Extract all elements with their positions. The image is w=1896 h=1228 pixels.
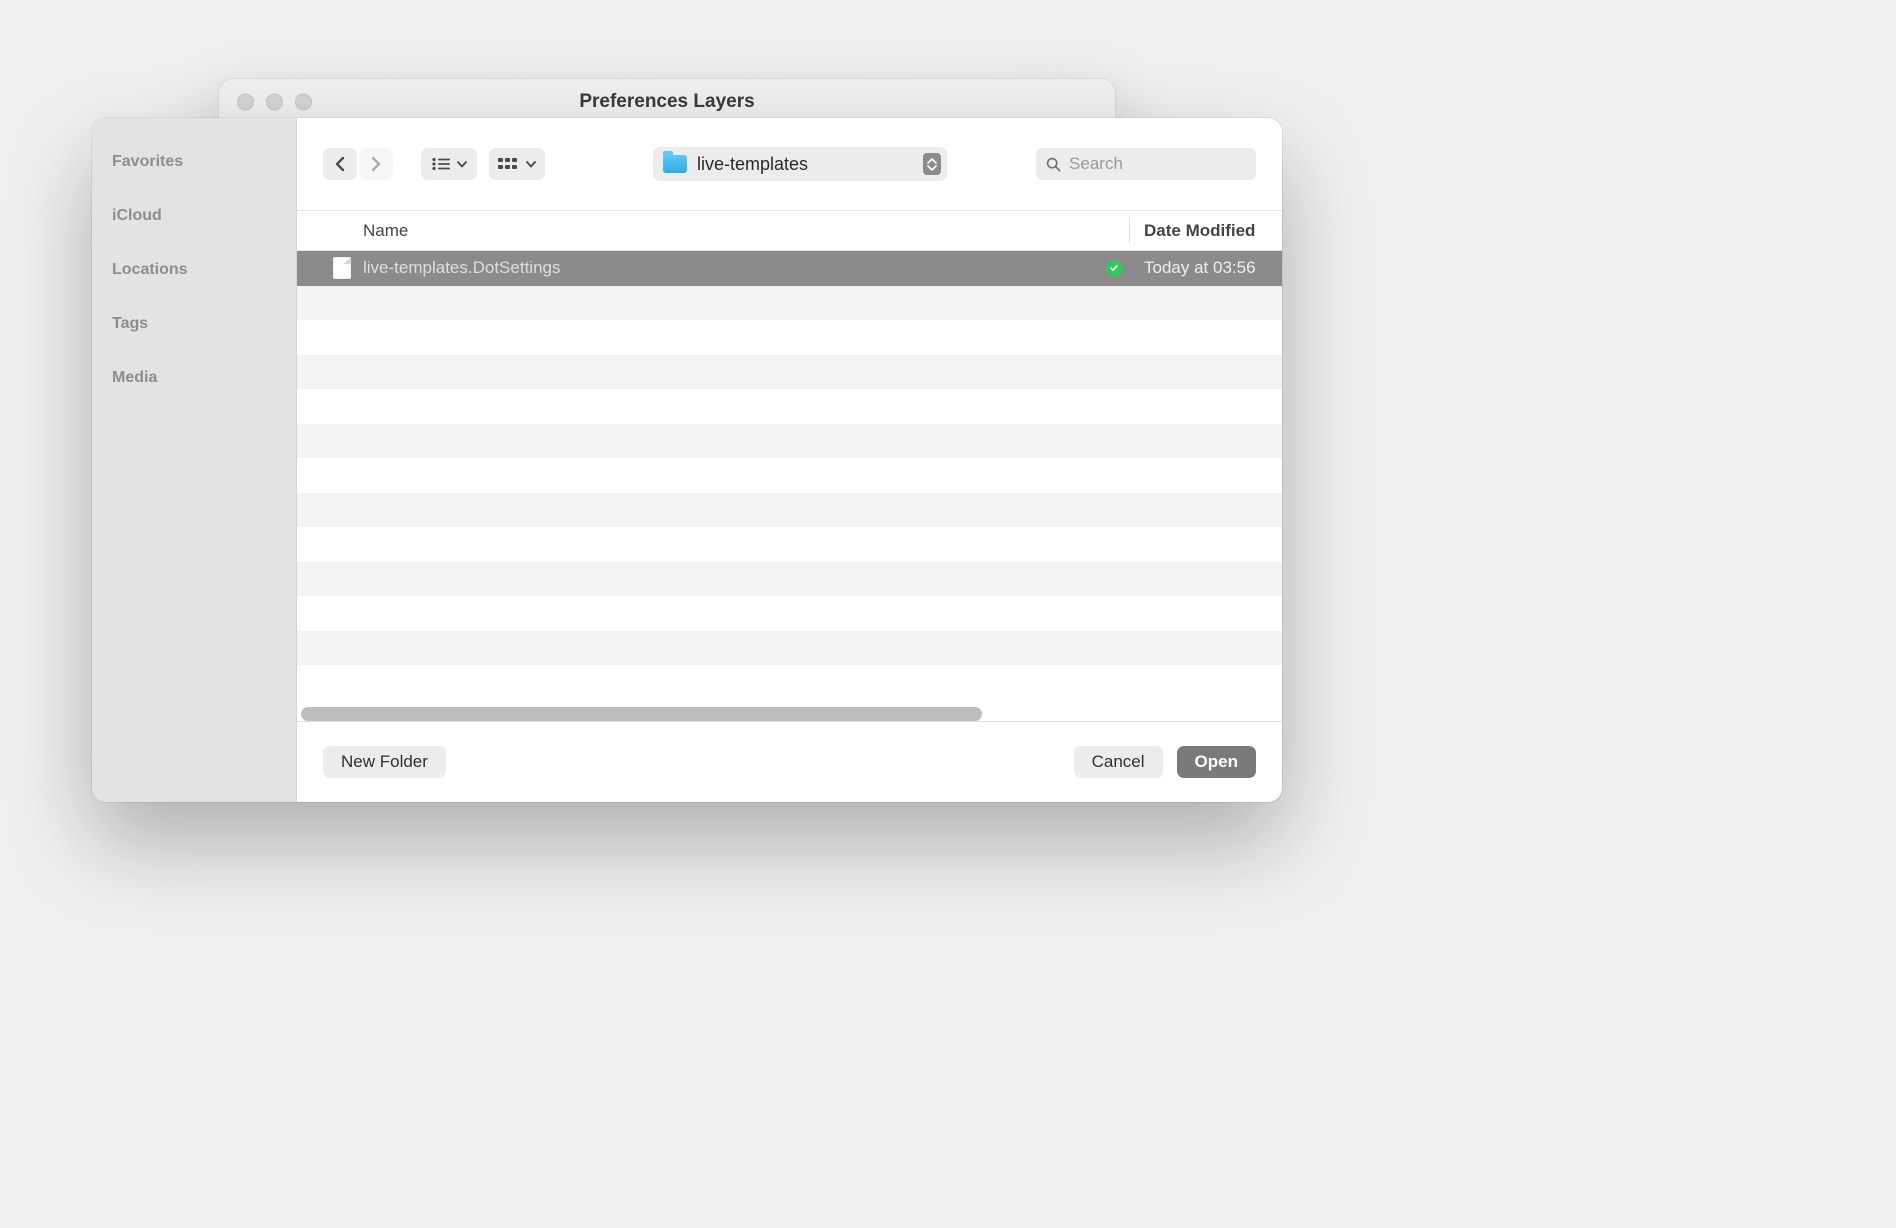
cancel-button[interactable]: Cancel [1074,746,1163,778]
chevron-down-icon [526,161,536,168]
empty-row [297,631,1282,666]
current-folder-label: live-templates [697,154,913,175]
group-by-button[interactable] [489,148,545,180]
open-panel: Favorites iCloud Locations Tags Media [92,118,1282,802]
horizontal-scrollbar[interactable] [301,707,982,721]
empty-row [297,389,1282,424]
chevron-right-icon [370,156,382,172]
file-name: live-templates.DotSettings [363,258,1098,278]
open-button[interactable]: Open [1177,746,1256,778]
empty-row [297,458,1282,493]
window-title: Preferences Layers [579,91,754,113]
chevron-left-icon [334,156,346,172]
column-header: Name Date Modified [297,211,1282,251]
chevron-down-icon [457,161,467,168]
folder-icon [663,155,687,173]
column-name[interactable]: Name [297,221,1129,241]
updown-caret-icon [923,153,941,175]
file-icon-cell [297,257,363,279]
empty-row [297,665,1282,700]
sidebar: Favorites iCloud Locations Tags Media [92,118,297,802]
list-view-icon [431,157,451,171]
empty-row [297,286,1282,321]
sync-status [1098,260,1130,277]
document-icon [333,257,351,279]
group-icon [498,157,520,171]
sidebar-section-media[interactable]: Media [92,360,296,396]
back-button[interactable] [323,148,357,180]
main-pane: live-templates Name [297,118,1282,802]
empty-row [297,320,1282,355]
empty-row [297,596,1282,631]
checkmark-icon [1106,260,1123,277]
sidebar-section-tags[interactable]: Tags [92,306,296,342]
empty-row [297,493,1282,528]
file-date-modified: Today at 03:56 [1130,258,1282,278]
forward-button[interactable] [359,148,393,180]
nav-group [323,148,393,180]
traffic-lights[interactable] [237,93,312,110]
bottom-bar: New Folder Cancel Open [297,722,1282,802]
location-popup[interactable]: live-templates [653,147,947,181]
empty-row [297,562,1282,597]
toolbar: live-templates [297,118,1282,211]
file-list[interactable]: live-templates.DotSettings Today at 03:56 [297,251,1282,721]
new-folder-button[interactable]: New Folder [323,746,446,778]
sidebar-section-locations[interactable]: Locations [92,252,296,288]
empty-row [297,424,1282,459]
minimize-window-icon[interactable] [266,93,283,110]
search-icon [1046,156,1061,173]
file-row[interactable]: live-templates.DotSettings Today at 03:56 [297,251,1282,286]
close-window-icon[interactable] [237,93,254,110]
view-mode-button[interactable] [421,148,477,180]
column-date-modified[interactable]: Date Modified [1130,221,1282,241]
empty-row [297,355,1282,390]
zoom-window-icon[interactable] [295,93,312,110]
sidebar-section-icloud[interactable]: iCloud [92,198,296,234]
empty-row [297,527,1282,562]
search-input[interactable] [1069,154,1246,174]
search-field[interactable] [1036,148,1256,180]
sidebar-section-favorites[interactable]: Favorites [92,144,296,180]
